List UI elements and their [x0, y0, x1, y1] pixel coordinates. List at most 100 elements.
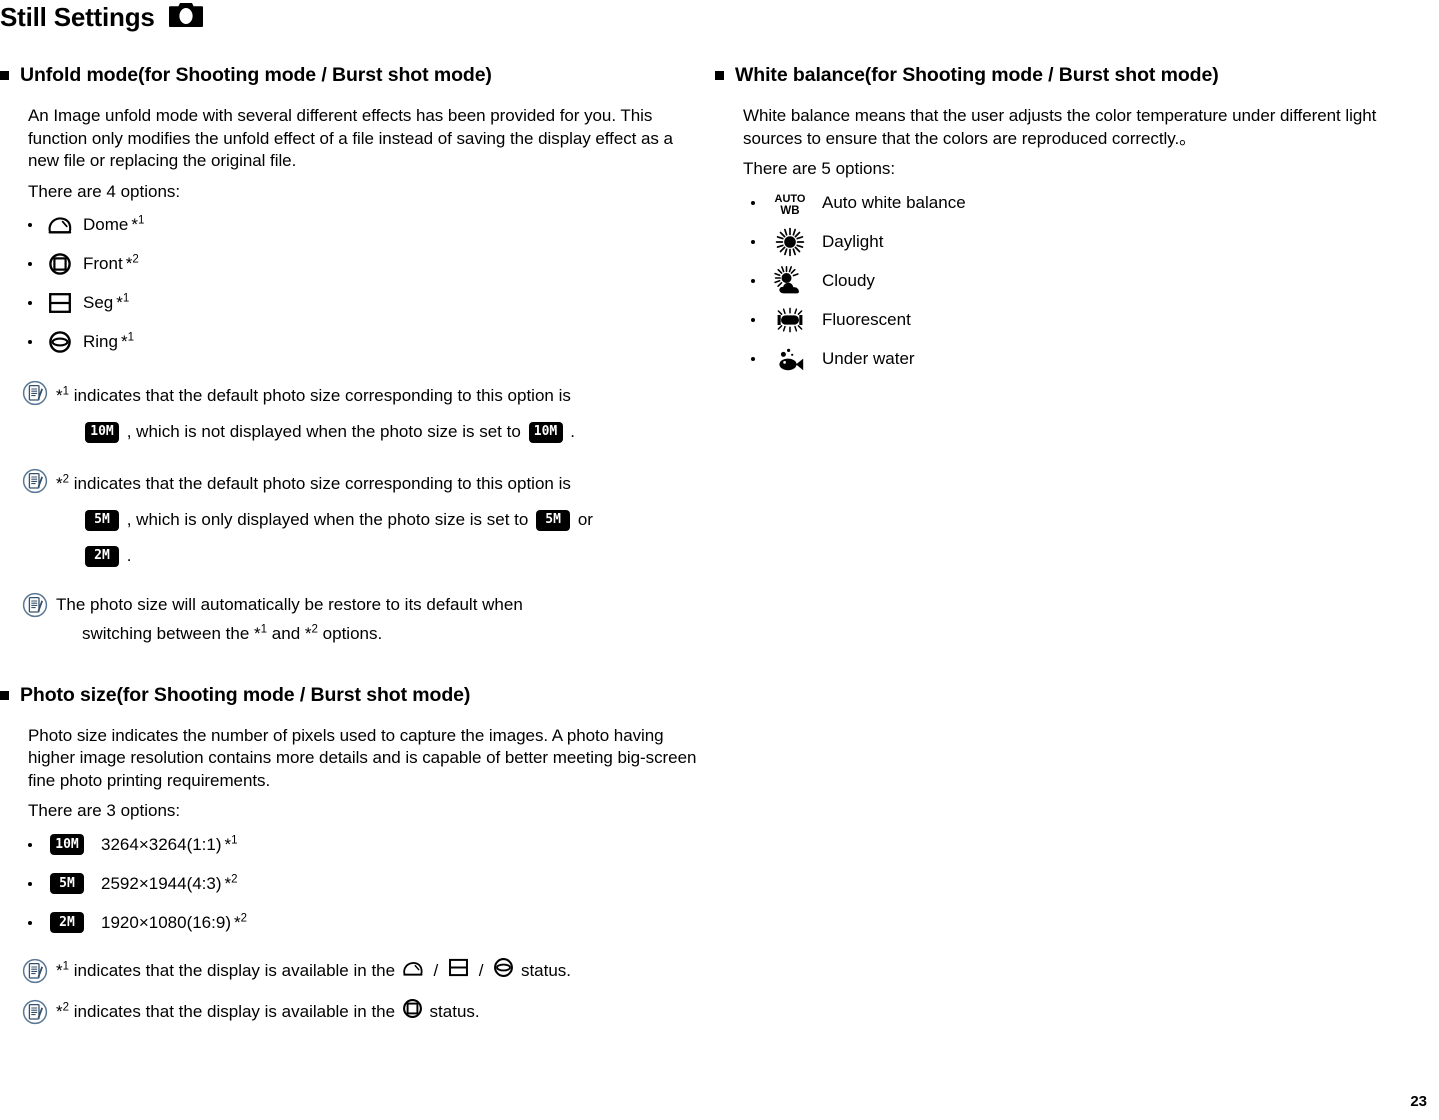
seg-icon [46, 292, 74, 314]
asterisk-mark: *2 [224, 872, 238, 893]
fluorescent-icon [769, 306, 811, 334]
camera-icon [168, 1, 203, 34]
cloudy-icon [769, 265, 811, 296]
note-icon [22, 958, 48, 989]
list-item[interactable]: 10M 3264×3264(1:1) *1 [28, 825, 700, 864]
list-item[interactable]: AUTO WB Auto white balance [751, 183, 1415, 222]
list-item[interactable]: Seg *1 [28, 284, 700, 323]
asterisk-mark: *1 [224, 833, 238, 854]
list-item[interactable]: Cloudy [751, 261, 1415, 300]
note-block: *2 indicates that the default photo size… [22, 466, 700, 574]
photo-size-badge: 10M [528, 421, 563, 443]
option-label: 3264×3264(1:1) [101, 834, 222, 854]
bullet-dot-icon [28, 881, 32, 886]
note-block: *1 indicates that the default photo size… [22, 378, 700, 450]
note-ref-mark: *1 [56, 960, 70, 980]
option-label: Ring [83, 332, 118, 351]
note-block: *1 indicates that the display is availab… [22, 956, 700, 989]
note-block: The photo size will automatically be res… [22, 590, 700, 648]
note-ref-mark: *1 [56, 384, 70, 405]
note-text: *2 indicates that the display is availab… [56, 997, 480, 1028]
bullet-dot-icon [28, 340, 32, 344]
note-icon [22, 999, 48, 1030]
page-number: 23 [1410, 1093, 1427, 1110]
photo-size-paragraph: Photo size indicates the number of pixel… [28, 725, 697, 790]
svg-text:WB: WB [780, 205, 799, 217]
unfold-lead-in: There are 4 options: [28, 181, 181, 201]
asterisk-mark: *1 [120, 331, 134, 351]
list-item[interactable]: Under water [751, 339, 1415, 378]
note-text: *1 indicates that the display is availab… [56, 956, 571, 987]
separator-slash: / [478, 961, 484, 980]
section-photo-size: Photo size(for Shooting mode / Burst sho… [0, 682, 700, 1031]
list-item[interactable]: Ring *1 [28, 323, 700, 362]
front-icon [402, 998, 423, 1028]
photo-size-badge-2m: 2M [46, 912, 88, 933]
square-bullet-icon [715, 71, 724, 80]
separator-slash: / [433, 961, 439, 980]
photo-size-badge: 5M [536, 509, 571, 531]
asterisk-mark: *1 [116, 292, 130, 312]
bullet-dot-icon [28, 920, 32, 925]
dome-icon [402, 957, 424, 986]
white-balance-paragraph: White balance means that the user adjust… [743, 106, 1377, 148]
bullet-dot-icon [751, 278, 755, 283]
option-label: Seg [83, 293, 114, 312]
page-title: Still Settings [0, 2, 155, 32]
section-unfold-mode: Unfold mode(for Shooting mode / Burst sh… [0, 62, 700, 648]
bullet-dot-icon [751, 317, 755, 322]
section-heading-white-balance: White balance(for Shooting mode / Burst … [715, 62, 1415, 88]
note-icon [22, 592, 48, 623]
dome-icon [46, 215, 74, 235]
unfold-option-list: Dome *1 Front *2 Seg *1 Ring *1 [0, 206, 700, 362]
white-balance-lead-in: There are 5 options: [743, 159, 896, 178]
note-icon [22, 468, 48, 499]
section-title: White balance(for Shooting mode / Burst … [735, 64, 1219, 86]
option-label: Dome [83, 215, 129, 234]
section-title: Unfold mode(for Shooting mode / Burst sh… [20, 64, 492, 86]
option-label: Front [83, 254, 123, 273]
photo-size-badge-5m: 5M [46, 873, 88, 894]
note-text: The photo size will automatically be res… [56, 594, 523, 643]
list-item[interactable]: Dome *1 [28, 206, 700, 245]
auto-wb-icon: AUTO WB [769, 189, 811, 217]
bullet-dot-icon [28, 842, 32, 847]
section-heading-unfold: Unfold mode(for Shooting mode / Burst sh… [0, 62, 700, 88]
option-label: Cloudy [822, 270, 875, 290]
list-item[interactable]: Front *2 [28, 245, 700, 284]
section-heading-photo-size: Photo size(for Shooting mode / Burst sho… [0, 682, 700, 708]
note-ref-mark: *2 [304, 622, 318, 643]
bullet-dot-icon [28, 262, 32, 266]
list-item[interactable]: 5M 2592×1944(4:3) *2 [28, 864, 700, 903]
left-column: Unfold mode(for Shooting mode / Burst sh… [0, 62, 700, 1030]
daylight-icon [769, 227, 811, 257]
underwater-icon [769, 345, 811, 373]
option-label: Auto white balance [822, 192, 966, 212]
front-icon [46, 252, 74, 276]
photo-size-badge: 10M [85, 421, 119, 443]
asterisk-mark: *1 [131, 214, 145, 234]
photo-size-lead-in: There are 3 options: [28, 801, 181, 820]
seg-icon [448, 957, 469, 986]
ring-icon [493, 957, 514, 987]
option-label: Daylight [822, 231, 884, 251]
option-label: Fluorescent [822, 309, 911, 329]
photo-size-badge: 2M [85, 545, 119, 567]
bullet-dot-icon [751, 356, 755, 361]
svg-text:AUTO: AUTO [775, 193, 806, 205]
note-ref-mark: *2 [56, 472, 70, 493]
section-title: Photo size(for Shooting mode / Burst sho… [20, 683, 471, 706]
note-ref-mark: *1 [254, 622, 268, 643]
photo-size-badge: 5M [85, 509, 119, 531]
bullet-dot-icon [28, 223, 32, 227]
square-bullet-icon [0, 71, 9, 80]
option-label: Under water [822, 348, 915, 368]
list-item[interactable]: 2M 1920×1080(16:9) *2 [28, 903, 700, 942]
list-item[interactable]: Daylight [751, 222, 1415, 261]
note-text: *2 indicates that the default photo size… [56, 466, 593, 574]
note-block: *2 indicates that the display is availab… [22, 997, 700, 1030]
right-column: White balance(for Shooting mode / Burst … [715, 62, 1415, 378]
bullet-dot-icon [751, 239, 755, 244]
note-icon [22, 380, 48, 411]
list-item[interactable]: Fluorescent [751, 300, 1415, 339]
